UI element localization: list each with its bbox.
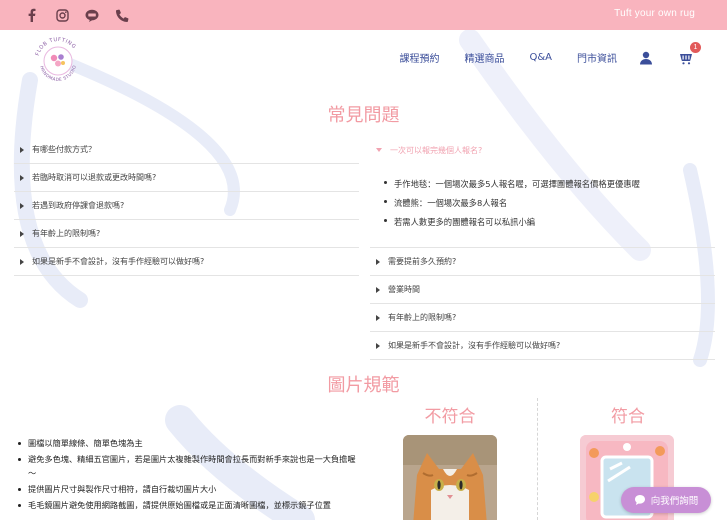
caret-right-icon	[20, 202, 24, 209]
bad-example-label: 不符合	[424, 407, 476, 427]
faq-answer: 手作地毯：一個場次最多5人報名喔，可選擇團體報名價格更優惠喔 流體熊：一個場次最…	[370, 164, 715, 248]
divider	[537, 398, 538, 520]
facebook-icon[interactable]	[24, 7, 40, 23]
cart-count-badge: 1	[690, 41, 701, 53]
social-links	[24, 7, 130, 23]
caret-right-icon	[20, 258, 24, 265]
faq-right-column: 一次可以報完幾個人報名? 手作地毯：一個場次最多5人報名喔，可選擇團體報名價格更…	[370, 136, 715, 360]
faq-item[interactable]: 營業時間	[370, 276, 715, 304]
chat-bubble-icon	[634, 494, 646, 506]
cart-icon	[680, 53, 692, 64]
chat-button[interactable]: 向我們詢問	[621, 487, 711, 513]
faq-answer-line: 若需人數更多的團體報名可以私訊小編	[384, 216, 715, 228]
nav-item-stores[interactable]: 門市資訊	[577, 50, 617, 65]
spec-rule: 避免多色塊、精細五官圖片，若是圖片太複雜製作時間會拉長而對新手來說也是一大負擔喔…	[18, 452, 358, 480]
spec-rule: 毛毛鏡圖片避免使用網路截圖，請提供原始圖檔或是正面清晰圖檔，並標示鏡子位置	[18, 498, 358, 512]
caret-right-icon	[376, 314, 380, 321]
faq-item[interactable]: 若遇到政府停課會退款嗎?	[14, 192, 359, 220]
tagline: Tuft your own rug	[614, 8, 695, 19]
spec-rule: 圖檔以簡單線條、簡單色塊為主	[18, 436, 358, 450]
nav-item-booking[interactable]: 課程預約	[399, 50, 439, 65]
site-logo[interactable]: FLOB TUFTING HANDMADE STUDIO	[30, 35, 86, 85]
spec-rule: 提供圖片尺寸與製作尺寸相符，請自行裁切圖片大小	[18, 482, 358, 496]
faq-answer-line: 手作地毯：一個場次最多5人報名喔，可選擇團體報名價格更優惠喔	[384, 178, 715, 190]
faq-answer-line: 流體熊：一個場次最多8人報名	[384, 197, 715, 209]
cart-button[interactable]: 1	[679, 41, 701, 65]
line-icon[interactable]	[84, 7, 100, 23]
image-spec-rules: 圖檔以簡單線條、簡單色塊為主 避免多色塊、精細五官圖片，若是圖片太複雜製作時間會…	[18, 436, 358, 514]
nav-item-products[interactable]: 精選商品	[464, 50, 504, 65]
bad-example-image	[403, 435, 497, 520]
faq-item[interactable]: 需要提前多久預約?	[370, 248, 715, 276]
caret-right-icon	[376, 342, 380, 349]
good-example-label: 符合	[611, 407, 645, 427]
instagram-icon[interactable]	[54, 7, 70, 23]
site-header: FLOB TUFTING HANDMADE STUDIO 課程預約 精選商品 Q…	[0, 30, 727, 88]
faq-item[interactable]: 若臨時取消可以退款或更改時間嗎?	[14, 164, 359, 192]
faq-left-column: 有哪些付款方式？ 若臨時取消可以退款或更改時間嗎? 若遇到政府停課會退款嗎? 有…	[14, 136, 359, 276]
faq-item[interactable]: 有年齡上的限制嗎?	[14, 220, 359, 248]
caret-down-icon	[376, 148, 382, 152]
nav-item-qa[interactable]: Q&A	[529, 52, 552, 63]
faq-title: 常見問題	[327, 105, 400, 126]
caret-right-icon	[20, 230, 24, 237]
image-spec-title: 圖片規範	[327, 375, 400, 396]
faq-item[interactable]: 有哪些付款方式？	[14, 136, 359, 164]
chat-button-label: 向我們詢問	[650, 496, 699, 507]
main-nav: 課程預約 精選商品 Q&A 門市資訊 1	[399, 41, 701, 65]
top-bar: Tuft your own rug	[0, 0, 727, 30]
phone-icon[interactable]	[114, 7, 130, 23]
caret-right-icon	[376, 258, 380, 265]
faq-item-open[interactable]: 一次可以報完幾個人報名?	[370, 136, 715, 164]
faq-item[interactable]: 如果是新手不會設計，沒有手作經驗可以做好嗎?	[370, 332, 715, 360]
caret-right-icon	[376, 286, 380, 293]
caret-right-icon	[20, 146, 24, 153]
user-icon[interactable]	[639, 51, 653, 65]
faq-item[interactable]: 如果是新手不會設計，沒有手作經驗可以做好嗎?	[14, 248, 359, 276]
caret-right-icon	[20, 174, 24, 181]
faq-item[interactable]: 有年齡上的限制嗎?	[370, 304, 715, 332]
